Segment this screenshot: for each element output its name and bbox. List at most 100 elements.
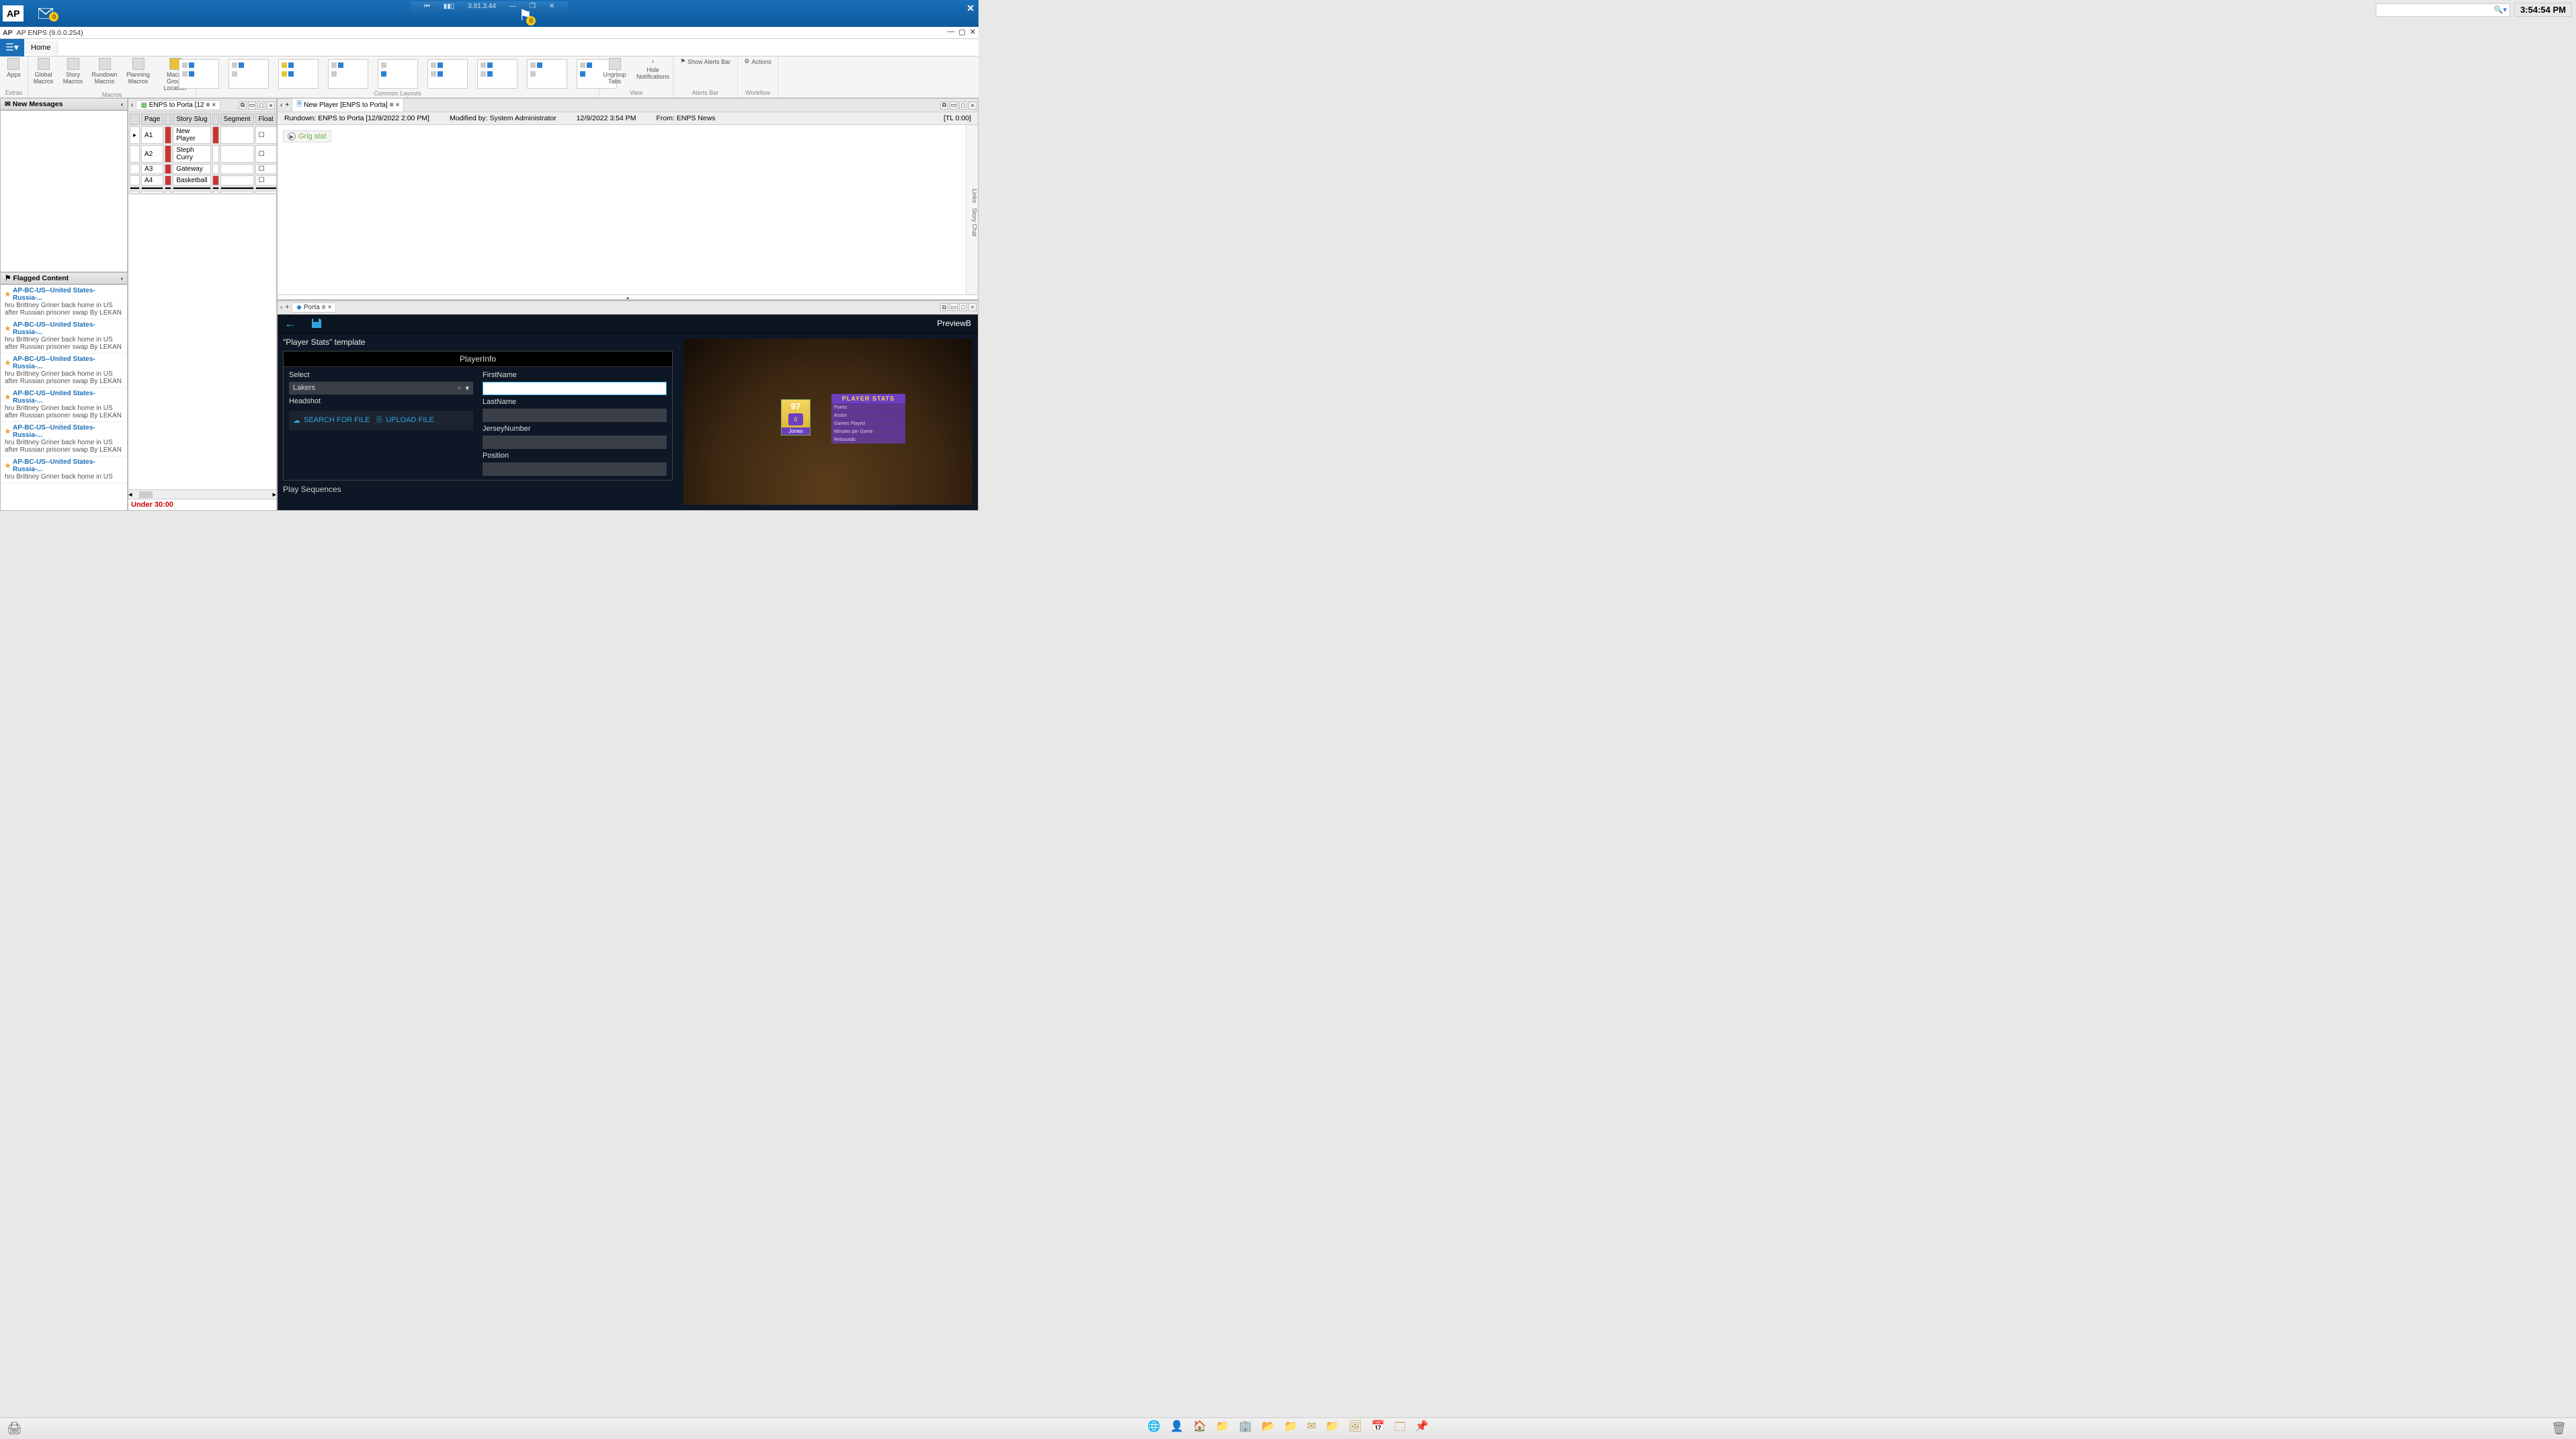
show-alerts-button[interactable]: ⚑Show Alerts Bar bbox=[680, 58, 731, 65]
search-input[interactable]: 🔍▾ bbox=[2376, 3, 2510, 17]
table-row[interactable] bbox=[130, 191, 295, 194]
add-icon[interactable]: + bbox=[285, 304, 289, 311]
close-icon[interactable]: × bbox=[267, 101, 275, 110]
popout-icon[interactable]: ⧉ bbox=[940, 101, 948, 110]
global-macros-button[interactable]: Global Macros bbox=[32, 58, 55, 85]
min-icon[interactable]: ▭ bbox=[950, 101, 958, 110]
layout-preset[interactable] bbox=[477, 59, 517, 89]
trash-icon[interactable]: 🗑 bbox=[2551, 1422, 2567, 1436]
layout-preset[interactable] bbox=[378, 59, 418, 89]
upload-file-button[interactable]: ⎘UPLOAD FILE bbox=[376, 416, 433, 425]
folder-out-icon[interactable]: 📂 bbox=[1261, 1420, 1275, 1438]
list-item[interactable]: ★AP-BC-US--United States-Russia-...hru B… bbox=[1, 422, 127, 456]
window-icon[interactable]: 🗔 bbox=[1394, 1420, 1405, 1438]
min-icon[interactable]: ▭ bbox=[248, 101, 256, 110]
story-macros-button[interactable]: Story Macros bbox=[62, 58, 85, 85]
porta-tab[interactable]: ◆Porta≡× bbox=[292, 302, 336, 313]
pin-icon[interactable]: 📌 bbox=[1415, 1420, 1429, 1438]
menu-icon[interactable]: ≡ bbox=[206, 101, 210, 109]
horizontal-scrollbar[interactable]: ◂▸ bbox=[128, 489, 276, 499]
close-icon[interactable]: × bbox=[328, 304, 332, 311]
table-row[interactable]: ▸A1New Player☐ bbox=[130, 126, 295, 144]
story-tab[interactable]: 🗎New Player [ENPS to Porta]≡× bbox=[292, 98, 404, 112]
image-icon[interactable]: 🖼 bbox=[1348, 1420, 1362, 1438]
list-item[interactable]: ★AP-BC-US--United States-Russia-...hru B… bbox=[1, 456, 127, 483]
max-icon[interactable]: □ bbox=[257, 101, 265, 110]
table-row[interactable]: A4Basketball☐ bbox=[130, 175, 295, 186]
layout-preset[interactable] bbox=[427, 59, 468, 89]
grig-stat-chip[interactable]: ▶ Grig stat bbox=[283, 130, 331, 142]
menu-icon[interactable]: ≡ bbox=[322, 304, 326, 311]
search-icon[interactable]: 🔍▾ bbox=[2494, 5, 2507, 14]
search-file-button[interactable]: ☁SEARCH FOR FILE bbox=[293, 416, 370, 425]
hide-notifications-button[interactable]: ‹Hide Notifications bbox=[635, 58, 671, 80]
layout-preset[interactable] bbox=[328, 59, 368, 89]
menu-icon[interactable]: ≡ bbox=[390, 101, 394, 109]
add-icon[interactable]: + bbox=[285, 101, 289, 109]
drag-handle[interactable] bbox=[278, 294, 978, 300]
save-icon[interactable] bbox=[310, 317, 323, 330]
window-minimize-icon[interactable]: — bbox=[947, 28, 954, 36]
tab-home[interactable]: Home bbox=[24, 41, 58, 54]
min-icon[interactable]: — bbox=[509, 3, 516, 10]
table-row[interactable]: A3Gateway☐ bbox=[130, 164, 295, 174]
story-chat-tab[interactable]: Story Chat bbox=[971, 208, 978, 237]
chevron-left-icon[interactable]: ‹ bbox=[121, 101, 123, 108]
back-arrow-icon[interactable]: ← bbox=[284, 317, 296, 331]
layout-preset[interactable] bbox=[527, 59, 567, 89]
max-icon[interactable]: □ bbox=[959, 101, 967, 110]
close-icon[interactable]: × bbox=[968, 303, 977, 311]
chevron-left-icon[interactable]: ‹ bbox=[121, 275, 123, 282]
notification-flag-icon[interactable]: ⚑0 bbox=[519, 7, 532, 24]
rundown-macros-button[interactable]: Rundown Macros bbox=[91, 58, 118, 85]
clear-icon[interactable]: × bbox=[457, 384, 461, 393]
hamburger-menu-icon[interactable]: ☰▾ bbox=[0, 39, 24, 56]
calendar-icon[interactable]: 📅 bbox=[1371, 1420, 1384, 1438]
folder-icon[interactable]: 📁 bbox=[1325, 1420, 1339, 1438]
titlebar-close-icon[interactable]: ✕ bbox=[966, 3, 974, 14]
story-side-tabs[interactable]: Links Story Chat bbox=[966, 125, 978, 294]
table-row[interactable] bbox=[130, 187, 295, 190]
lastname-input[interactable] bbox=[483, 409, 667, 422]
list-item[interactable]: ★AP-BC-US--United States-Russia-...hru B… bbox=[1, 285, 127, 319]
new-messages-header[interactable]: ✉ New Messages ‹ bbox=[0, 98, 128, 110]
chevron-down-icon[interactable]: ▾ bbox=[465, 384, 469, 393]
max-icon[interactable]: □ bbox=[959, 303, 967, 311]
layout-preset[interactable] bbox=[179, 59, 219, 89]
popout-icon[interactable]: ⧉ bbox=[239, 101, 247, 110]
home-icon[interactable]: 🏠 bbox=[1193, 1420, 1206, 1438]
ungroup-tabs-button[interactable]: Ungroup Tabs bbox=[601, 58, 628, 85]
layout-preset[interactable] bbox=[228, 59, 269, 89]
position-input[interactable] bbox=[483, 462, 667, 476]
firstname-input[interactable] bbox=[483, 382, 667, 395]
list-item[interactable]: ★AP-BC-US--United States-Russia-...hru B… bbox=[1, 319, 127, 354]
list-item[interactable]: ★AP-BC-US--United States-Russia-...hru B… bbox=[1, 354, 127, 388]
flagged-header[interactable]: ⚑ Flagged Content ‹ bbox=[0, 272, 128, 284]
close-icon[interactable]: × bbox=[968, 101, 977, 110]
team-select[interactable]: Lakers ×▾ bbox=[289, 382, 473, 395]
layout-preset[interactable] bbox=[278, 59, 319, 89]
mail-icon[interactable]: 0 bbox=[38, 8, 53, 19]
org-icon[interactable]: 🏢 bbox=[1239, 1420, 1252, 1438]
user-icon[interactable]: 👤 bbox=[1170, 1420, 1183, 1438]
globe-icon[interactable]: 🌐 bbox=[1147, 1420, 1161, 1438]
actions-button[interactable]: ⚙Actions bbox=[744, 58, 772, 65]
rundown-tab[interactable]: ▦ENPS to Porta [12≡× bbox=[136, 100, 220, 110]
printer-icon[interactable]: 🖨 bbox=[7, 1422, 22, 1436]
apps-button[interactable]: Apps bbox=[7, 58, 21, 78]
jersey-input[interactable] bbox=[483, 436, 667, 449]
rewind-icon[interactable]: ⏮ bbox=[424, 3, 430, 10]
mail-icon[interactable]: ✉ bbox=[1307, 1420, 1316, 1438]
back-icon[interactable]: ‹ bbox=[131, 101, 133, 109]
window-maximize-icon[interactable]: ▢ bbox=[958, 28, 965, 36]
folder-in-icon[interactable]: 📁 bbox=[1284, 1420, 1298, 1438]
popout-icon[interactable]: ⧉ bbox=[940, 303, 948, 311]
planning-macros-button[interactable]: Planning Macros bbox=[125, 58, 152, 85]
window-close-icon[interactable]: ✕ bbox=[970, 28, 976, 36]
min-icon[interactable]: ▭ bbox=[950, 303, 958, 311]
story-body[interactable]: ▶ Grig stat Links Story Chat bbox=[278, 125, 978, 294]
folder-icon[interactable]: 📁 bbox=[1216, 1420, 1229, 1438]
back-icon[interactable]: ‹ bbox=[280, 304, 282, 311]
table-row[interactable]: A2Steph Curry☐ bbox=[130, 145, 295, 163]
close-icon[interactable]: × bbox=[396, 101, 400, 109]
